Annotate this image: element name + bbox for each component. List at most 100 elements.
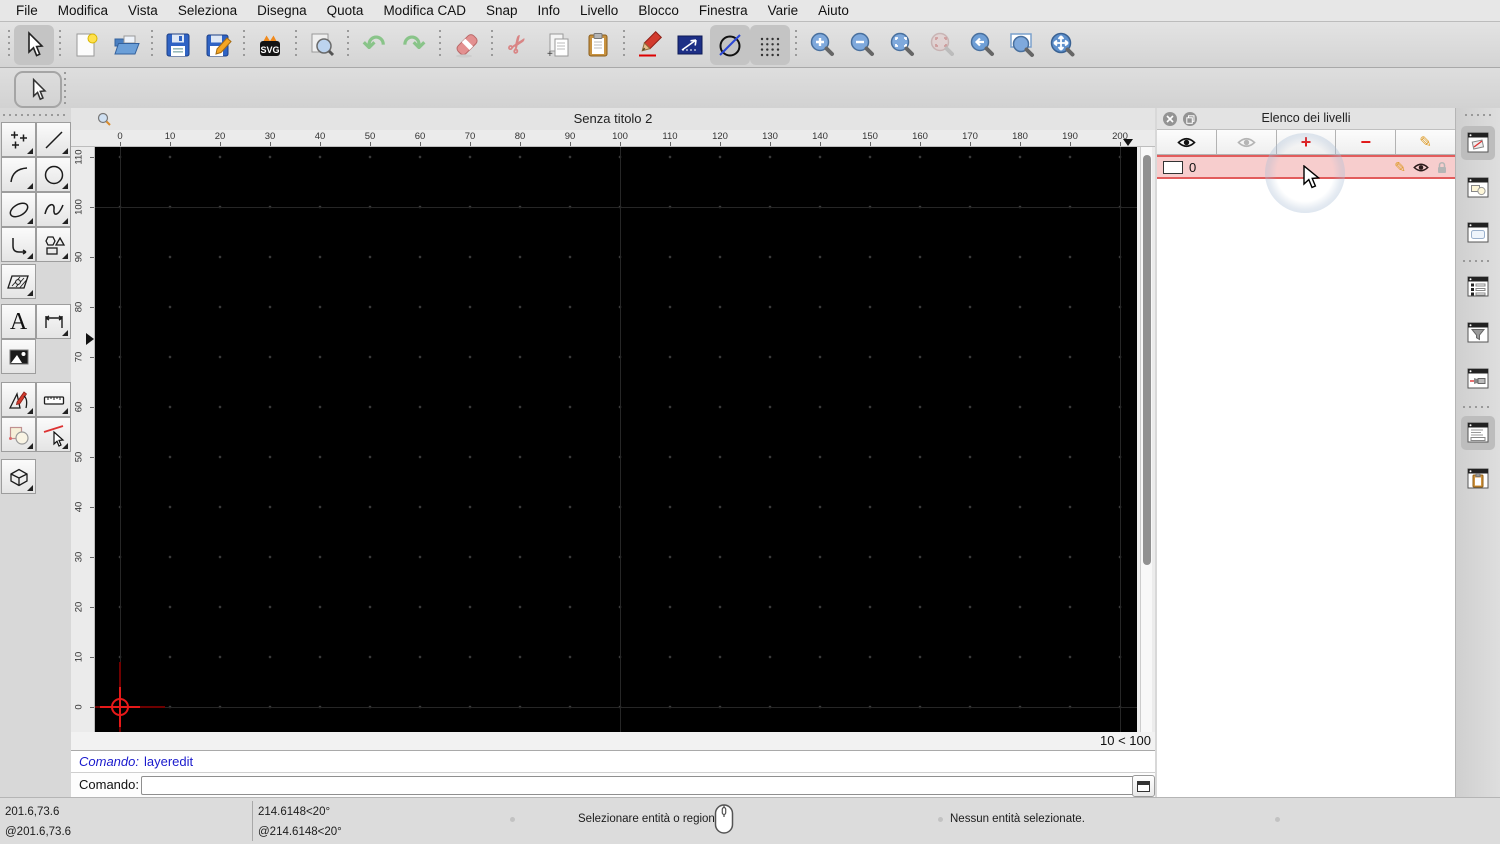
drawing-canvas[interactable] [95,147,1137,732]
dimension-tool-button[interactable] [36,304,71,339]
h-ruler-label: 140 [812,131,828,142]
scale-button[interactable] [670,25,710,65]
back-to-selection-button[interactable] [14,71,62,108]
print-preview-button[interactable] [302,25,342,65]
svg-export-button[interactable]: SVG [250,25,290,65]
save-as-button[interactable] [198,25,238,65]
dock-handle[interactable] [1465,114,1491,116]
arc-tool-button[interactable] [1,157,36,192]
copy-button[interactable]: + [538,25,578,65]
zoom-auto-button[interactable] [882,25,922,65]
scale-triangle-icon [677,35,703,54]
new-document-button[interactable] [66,25,106,65]
rel-polar-coordinates: @214.6148<20° [258,826,342,838]
meta-grid-line [95,707,1137,708]
menu-item-blocco[interactable]: Blocco [628,0,689,22]
eye-closed-icon [1237,137,1256,147]
remove-layer-button[interactable]: − [1336,130,1397,154]
shapes-icon [44,235,65,255]
pan-button[interactable] [1042,25,1082,65]
cut-button[interactable]: ✂ [498,25,538,65]
layer-lock-icon[interactable] [1436,161,1448,174]
menu-item-livello[interactable]: Livello [570,0,628,22]
block-list-toggle[interactable] [1461,171,1495,205]
redo-button[interactable]: ↷ [394,25,434,65]
window-icon [1137,780,1150,792]
zoom-selection-button[interactable] [922,25,962,65]
show-all-layers-button[interactable] [1157,130,1217,154]
ellipse-tool-button[interactable] [1,192,36,227]
clipboard-panel-icon [1467,468,1489,489]
modify-entity-button[interactable] [36,417,71,452]
menu-item-seleziona[interactable]: Seleziona [168,0,247,22]
undo-button[interactable]: ↶ [354,25,394,65]
menu-item-disegna[interactable]: Disegna [247,0,317,22]
menu-item-vista[interactable]: Vista [118,0,168,22]
toolbar-handle[interactable] [8,29,10,60]
menu-item-info[interactable]: Info [528,0,571,22]
menu-item-modifica-cad[interactable]: Modifica CAD [373,0,476,22]
command-input-row: Comando: [71,772,1155,797]
hide-all-layers-button[interactable] [1216,130,1277,154]
save-button[interactable] [158,25,198,65]
menu-item-finestra[interactable]: Finestra [689,0,758,22]
zoom-in-button[interactable] [802,25,842,65]
menu-item-aiuto[interactable]: Aiuto [808,0,859,22]
menu-item-snap[interactable]: Snap [476,0,528,22]
h-ruler-label: 0 [117,131,123,142]
modify-tool-button[interactable] [1,382,36,417]
menu-item-file[interactable]: File [6,0,48,22]
measure-tool-button[interactable] [36,382,71,417]
layer-panel-titlebar[interactable]: Elenco dei livelli [1157,108,1455,130]
hatch-tool-button[interactable] [1,264,36,299]
grid-toggle-button[interactable] [750,24,790,65]
property-editor-toggle[interactable] [1461,270,1495,304]
vertical-scrollbar[interactable] [1140,147,1152,732]
spline-tool-button[interactable] [36,192,71,227]
image-tool-button[interactable] [1,339,36,374]
menu-item-varie[interactable]: Varie [758,0,809,22]
text-tool-button[interactable]: A [1,304,36,339]
v-ruler-tick [90,357,94,358]
command-options-button[interactable] [1132,775,1155,797]
selection-filter-toggle[interactable] [1461,316,1495,350]
zoom-previous-button[interactable] [962,25,1002,65]
h-ruler-tick [320,142,321,146]
modify-icon [8,390,27,409]
layer-edit-pencil-icon[interactable]: ✎ [1394,159,1406,176]
toolbar-separator [347,29,349,60]
paste-button[interactable] [578,25,618,65]
draw-order-button[interactable] [630,25,670,65]
command-line-toggle[interactable] [1461,416,1495,450]
zoom-out-button[interactable] [842,25,882,65]
palette-handle[interactable] [3,114,65,116]
edit-layer-button[interactable]: ✎ [1396,130,1455,154]
layer-list-toggle[interactable] [1461,126,1495,160]
clipboard-panel-toggle[interactable] [1461,462,1495,496]
h-ruler-label: 10 [164,131,176,142]
layer-color-swatch[interactable] [1163,160,1183,174]
menu-item-modifica[interactable]: Modifica [48,0,118,22]
selection-tools-button[interactable] [1,417,36,452]
document-titlebar[interactable]: Senza titolo 2 [71,108,1155,131]
scrollbar-thumb[interactable] [1142,155,1151,565]
add-layer-button[interactable]: + [1276,130,1337,154]
zoom-window-button[interactable] [1002,25,1042,65]
eye-open-icon [1177,137,1196,147]
library-browser-toggle[interactable] [1461,216,1495,250]
lamp-panel-toggle[interactable] [1461,362,1495,396]
line-tool-button[interactable] [36,122,71,157]
draft-mode-button[interactable] [710,24,750,65]
circle-tool-button[interactable] [36,157,71,192]
selection-tool-button[interactable] [14,24,54,65]
v-ruler-label: 30 [73,551,85,563]
delete-button[interactable] [446,25,486,65]
command-input[interactable] [141,776,1135,795]
menu-item-quota[interactable]: Quota [317,0,374,22]
polyline-tool-button[interactable] [1,227,36,262]
shapes-tool-button[interactable] [36,227,71,262]
open-document-button[interactable] [106,25,146,65]
solid-tool-button[interactable] [1,459,36,494]
layer-visibility-eye-icon[interactable] [1413,162,1429,173]
points-tool-button[interactable] [1,122,36,157]
